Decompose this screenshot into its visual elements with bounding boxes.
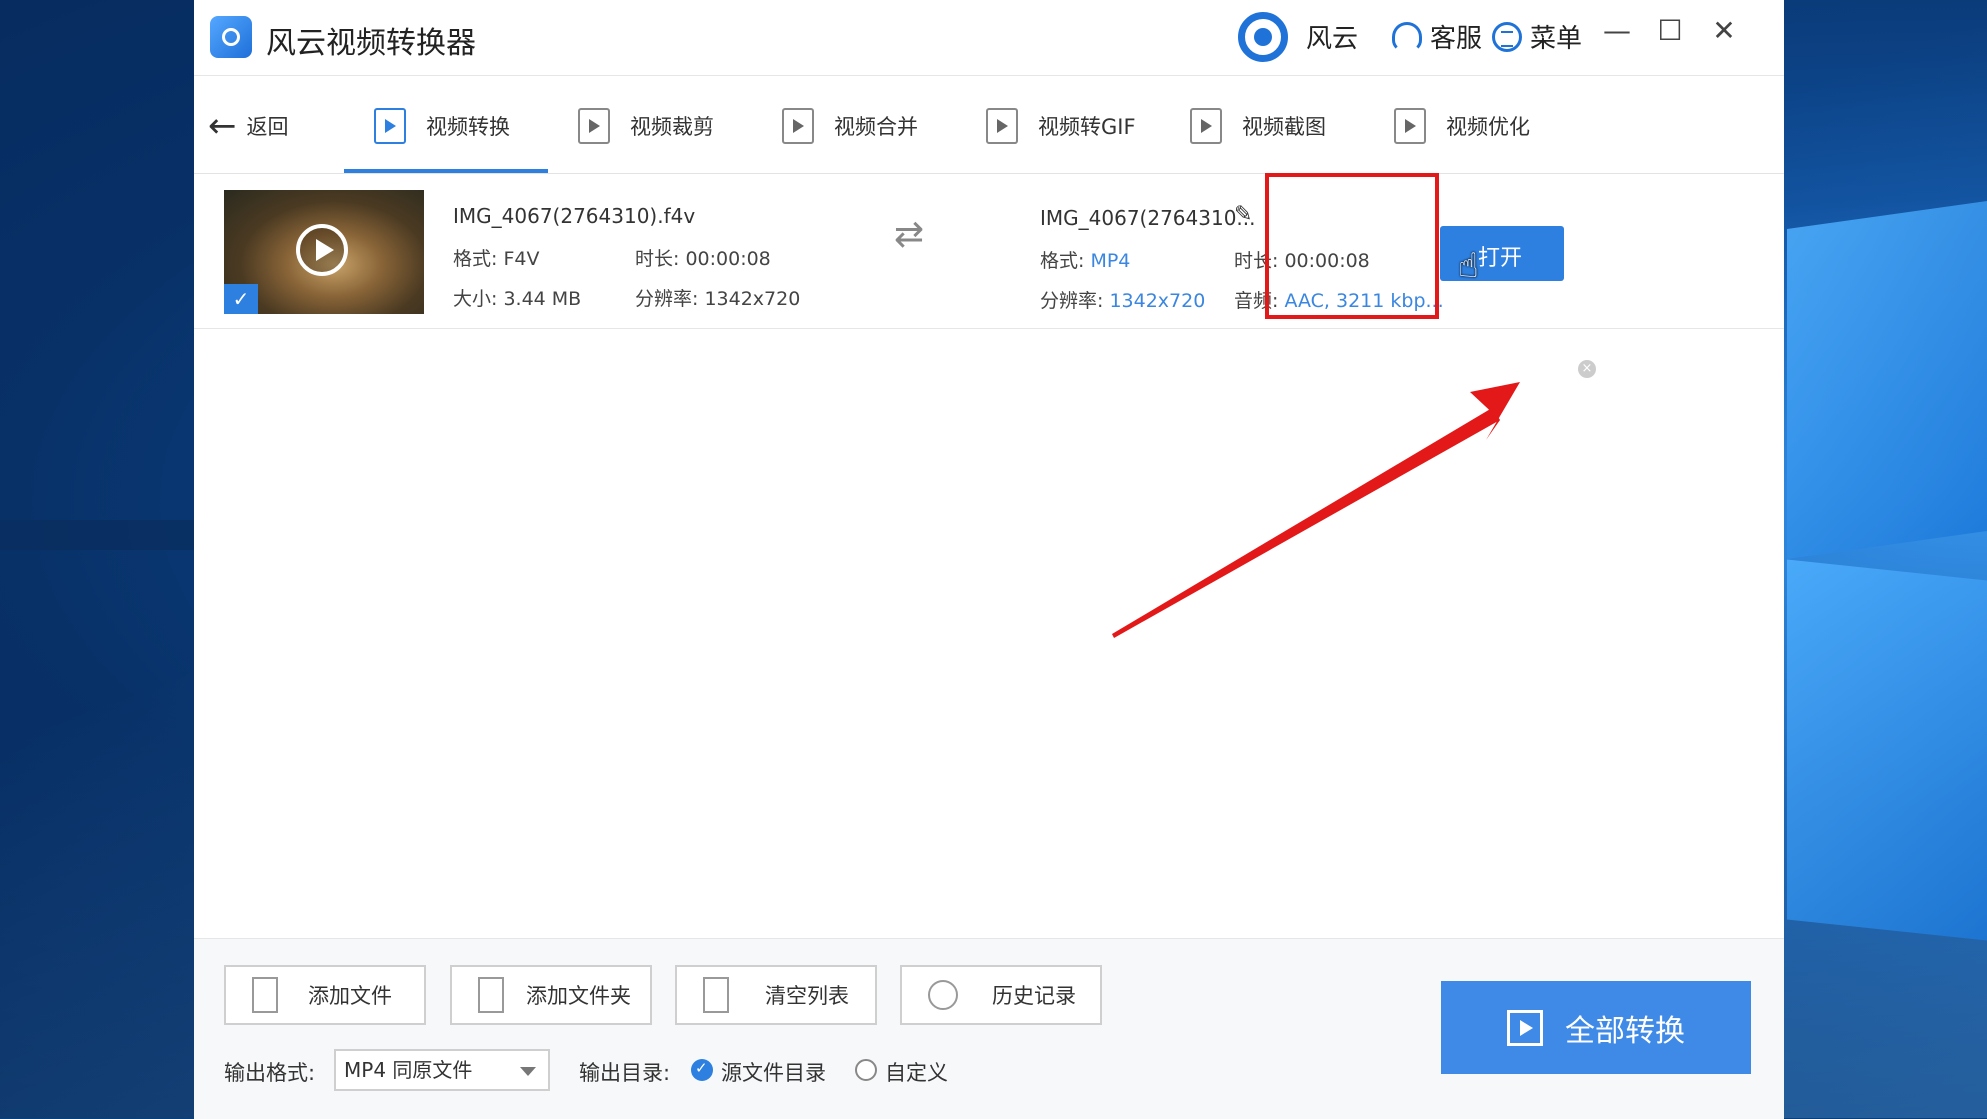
open-button-label: 打开 — [1478, 246, 1523, 271]
output-format-label: 格式: — [1040, 250, 1085, 272]
add-file-label: 添加文件 — [308, 984, 392, 1008]
brand-icon[interactable] — [1238, 12, 1288, 62]
clock-icon — [928, 980, 958, 1010]
source-size: 大小: 3.44 MB — [453, 288, 582, 310]
source-format: 格式: F4V — [453, 248, 540, 270]
tab-label: 视频转GIF — [1038, 115, 1136, 139]
history-button[interactable]: 历史记录 — [900, 965, 1102, 1025]
hand-cursor-icon: ☝ — [1458, 246, 1479, 286]
custom-dir-option-label[interactable]: 自定义 — [885, 1057, 948, 1087]
clear-list-button[interactable]: 清空列表 — [675, 965, 877, 1025]
title-bar: 风云视频转换器 风云 客服 菜单 — ☐ ✕ — [194, 0, 1784, 76]
optimize-icon — [1394, 108, 1426, 144]
tab-label: 视频裁剪 — [630, 115, 714, 139]
add-file-icon — [252, 977, 278, 1013]
convert-play-icon — [1507, 1009, 1543, 1046]
app-logo-icon — [210, 16, 252, 58]
convert-all-button[interactable]: 全部转换 — [1441, 981, 1751, 1074]
back-button[interactable]: ← 返回 — [208, 106, 289, 146]
source-resolution: 分辨率: 1342x720 — [635, 288, 801, 310]
add-folder-label: 添加文件夹 — [526, 984, 631, 1008]
windows-logo-pane-top — [1787, 200, 1987, 560]
play-icon[interactable] — [296, 224, 348, 276]
maximize-button[interactable]: ☐ — [1650, 14, 1690, 47]
active-tab-indicator — [344, 169, 548, 173]
tab-video-optimize[interactable]: 视频优化 — [1394, 106, 1530, 146]
history-label: 历史记录 — [992, 984, 1076, 1008]
output-resolution-label: 分辨率: — [1040, 290, 1104, 312]
source-file-name: IMG_4067(2764310).f4v — [453, 204, 696, 228]
bottom-panel: 添加文件 添加文件夹 清空列表 历史记录 全部转换 输出格式: MP4 同原文件… — [194, 938, 1784, 1119]
menu-icon — [1492, 21, 1522, 52]
output-format-select[interactable]: MP4 同原文件 — [334, 1049, 550, 1091]
output-resolution: 分辨率: 1342x720 — [1040, 286, 1205, 313]
back-arrow-icon: ← — [208, 106, 237, 146]
radio-source-dir[interactable] — [691, 1059, 713, 1081]
output-format-label: 输出格式: — [224, 1061, 316, 1085]
headset-icon — [1392, 21, 1422, 52]
output-format: 格式: MP4 — [1040, 246, 1130, 273]
checkbox-checked-icon[interactable]: ✓ — [224, 284, 258, 314]
video-convert-icon — [374, 108, 406, 144]
desktop-decoration — [0, 520, 194, 550]
brand-link[interactable]: 风云 — [1306, 18, 1358, 55]
screenshot-icon — [1190, 108, 1222, 144]
edit-pencil-icon[interactable]: ✎ — [1234, 202, 1252, 227]
tab-video-merge[interactable]: 视频合并 — [782, 106, 918, 146]
add-file-button[interactable]: 添加文件 — [224, 965, 426, 1025]
app-window: 风云视频转换器 风云 客服 菜单 — ☐ ✕ ← 返回 视频转换 视频裁剪 视频… — [194, 0, 1784, 1119]
tab-label: 视频优化 — [1446, 115, 1530, 139]
video-merge-icon — [782, 108, 814, 144]
video-thumbnail[interactable]: ✓ — [224, 190, 424, 314]
brand-label: 风云 — [1306, 24, 1359, 54]
tab-video-screenshot[interactable]: 视频截图 — [1190, 106, 1326, 146]
add-folder-icon — [478, 977, 504, 1013]
tab-label: 视频合并 — [834, 115, 918, 139]
feature-toolbar: ← 返回 视频转换 视频裁剪 视频合并 视频转GIF 视频截图 视频优化 — [194, 76, 1784, 174]
menu-label: 菜单 — [1530, 24, 1583, 54]
output-resolution-value[interactable]: 1342x720 — [1109, 290, 1205, 312]
gif-icon — [986, 108, 1018, 144]
radio-custom-dir[interactable] — [855, 1059, 877, 1081]
video-crop-icon — [578, 108, 610, 144]
menu-button[interactable]: 菜单 — [1492, 18, 1582, 55]
tab-label: 视频截图 — [1242, 115, 1326, 139]
source-duration: 时长: 00:00:08 — [635, 248, 771, 270]
support-label: 客服 — [1430, 24, 1483, 54]
output-format-value[interactable]: MP4 — [1090, 250, 1130, 272]
trash-icon — [703, 977, 729, 1013]
windows-logo-pane-bottom — [1787, 559, 1987, 941]
minimize-button[interactable]: — — [1597, 14, 1637, 47]
tab-video-crop[interactable]: 视频裁剪 — [578, 106, 714, 146]
shuffle-icon: ⇄ — [894, 214, 925, 255]
tab-label: 视频转换 — [426, 115, 510, 139]
output-file-name: IMG_4067(2764310... — [1040, 206, 1256, 230]
chevron-down-icon — [520, 1067, 536, 1076]
tab-video-to-gif[interactable]: 视频转GIF — [986, 106, 1136, 146]
source-dir-option-label[interactable]: 源文件目录 — [721, 1057, 826, 1087]
app-title: 风云视频转换器 — [266, 26, 476, 61]
support-button[interactable]: 客服 — [1392, 18, 1482, 55]
close-button[interactable]: ✕ — [1704, 14, 1744, 47]
back-label: 返回 — [246, 115, 289, 139]
output-format-selected: MP4 同原文件 — [344, 1058, 473, 1082]
highlight-box — [1265, 173, 1439, 319]
tab-video-convert[interactable]: 视频转换 — [374, 106, 510, 146]
clear-list-label: 清空列表 — [765, 984, 849, 1008]
remove-item-icon[interactable]: × — [1578, 360, 1596, 378]
add-folder-button[interactable]: 添加文件夹 — [450, 965, 652, 1025]
convert-all-label: 全部转换 — [1565, 1013, 1685, 1049]
output-dir-label: 输出目录: — [579, 1061, 671, 1085]
